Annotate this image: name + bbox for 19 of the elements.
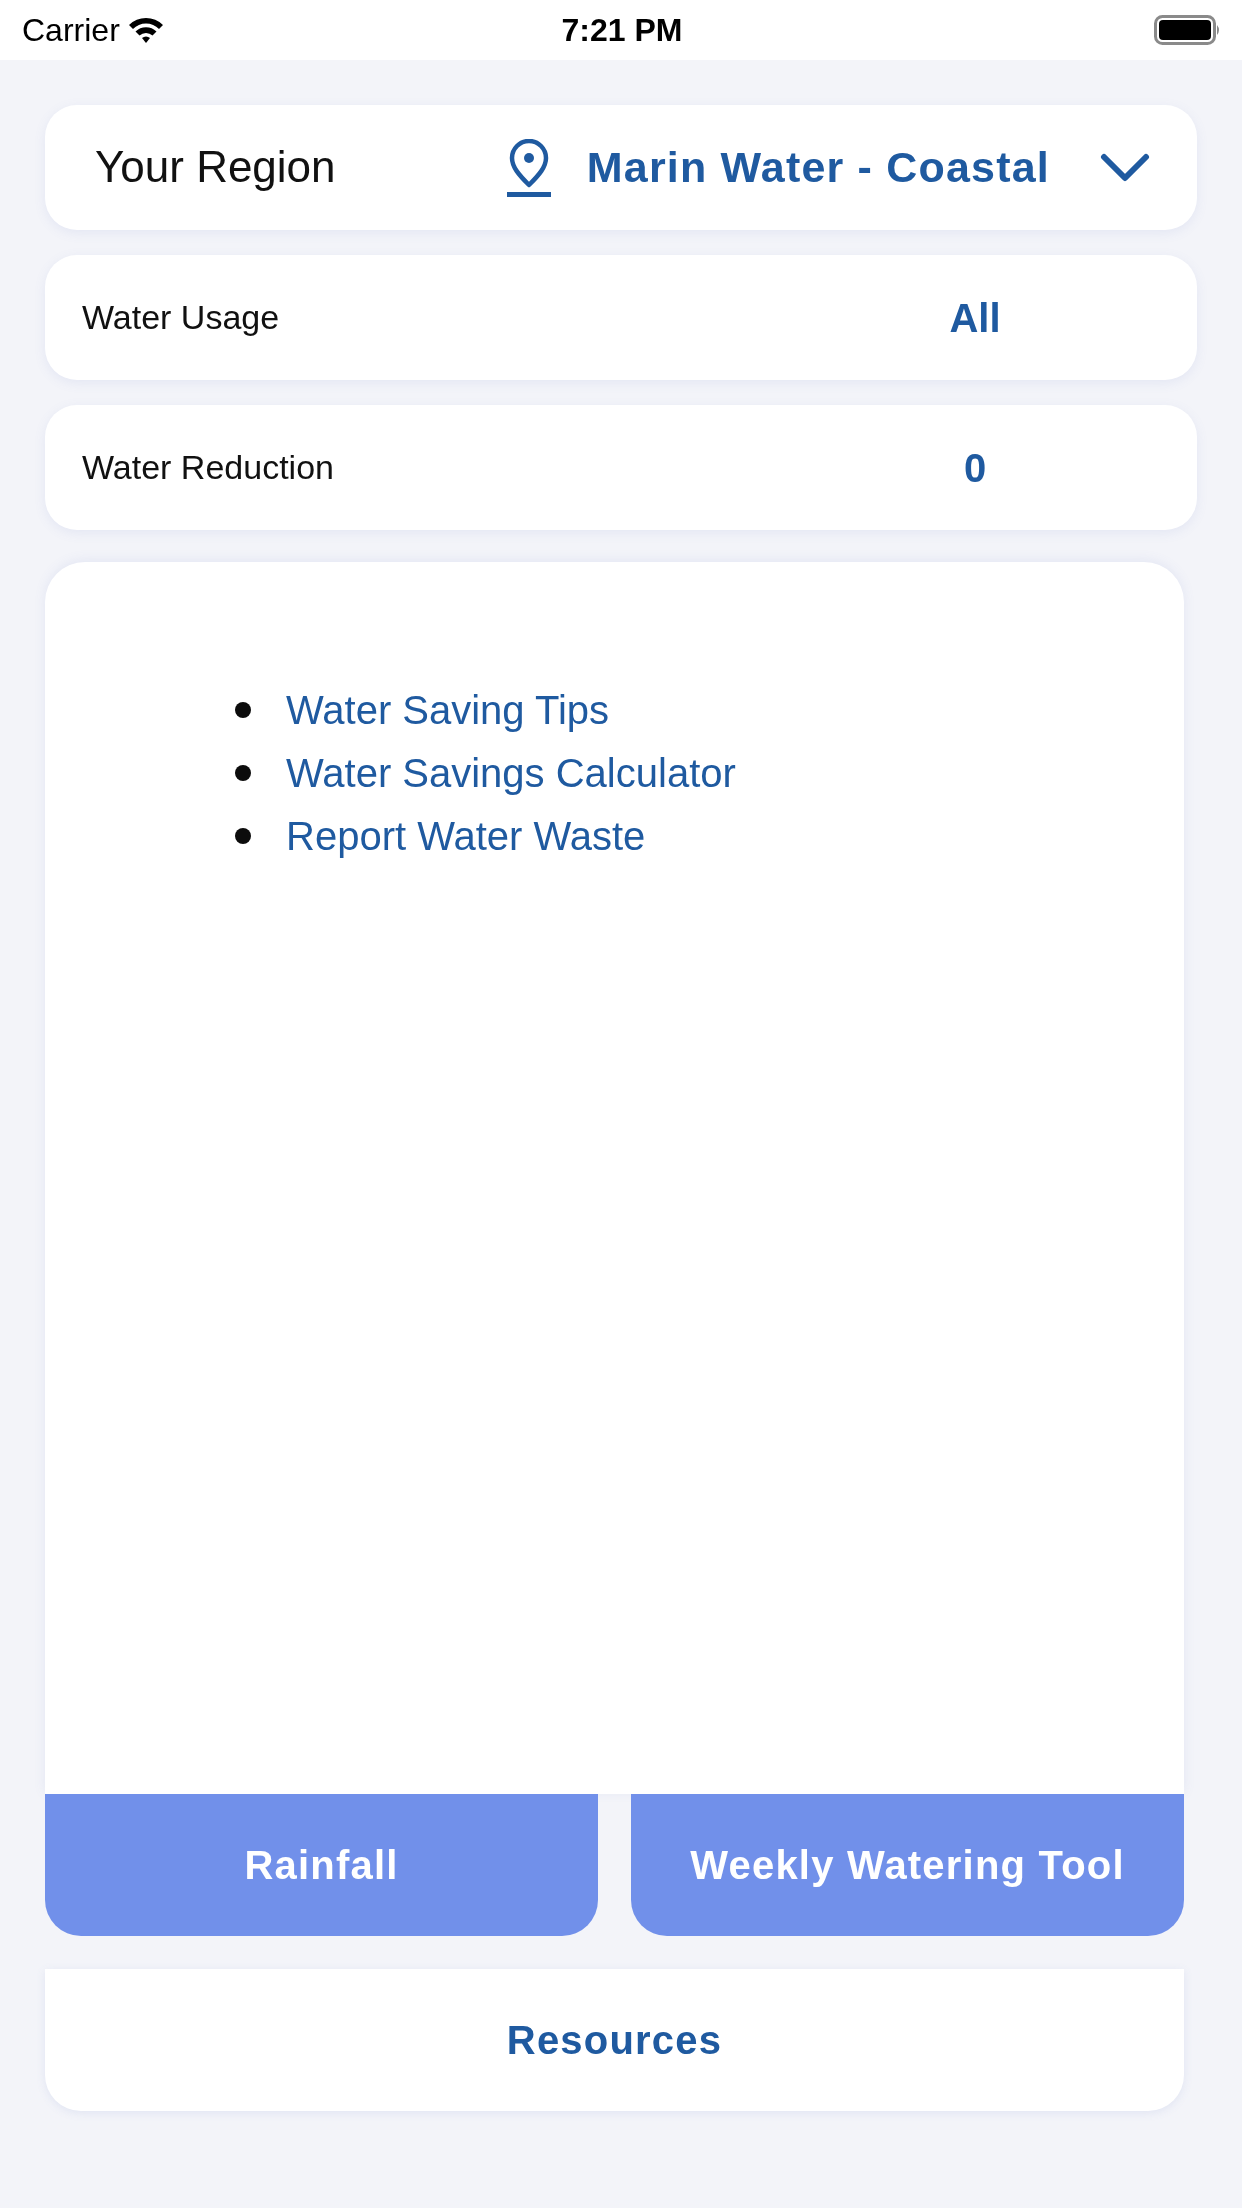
wifi-icon — [127, 16, 164, 44]
setting-value[interactable]: 0 — [880, 445, 1070, 490]
region-dropdown[interactable]: Marin Water - Coastal — [586, 143, 1050, 192]
setting-label: Water Usage — [82, 298, 281, 337]
region-label: Your Region — [95, 143, 337, 192]
bullet-icon — [235, 701, 251, 718]
setting-label: Water Reduction — [82, 448, 335, 487]
resources-button[interactable]: Resources — [45, 1969, 1184, 2111]
resource-link[interactable]: Water Saving Tips — [286, 685, 610, 734]
chevron-down-icon[interactable] — [1100, 152, 1150, 183]
bullet-icon — [235, 764, 251, 781]
resource-link[interactable]: Water Savings Calculator — [286, 748, 736, 797]
setting-value[interactable]: All — [880, 295, 1070, 340]
location-pin-icon — [506, 138, 551, 197]
bullet-icon — [235, 827, 251, 844]
battery-icon — [1154, 15, 1222, 45]
clock-time: 7:21 PM — [561, 14, 683, 46]
carrier-name: Carrier — [22, 14, 120, 46]
resource-link[interactable]: Report Water Waste — [286, 811, 646, 860]
